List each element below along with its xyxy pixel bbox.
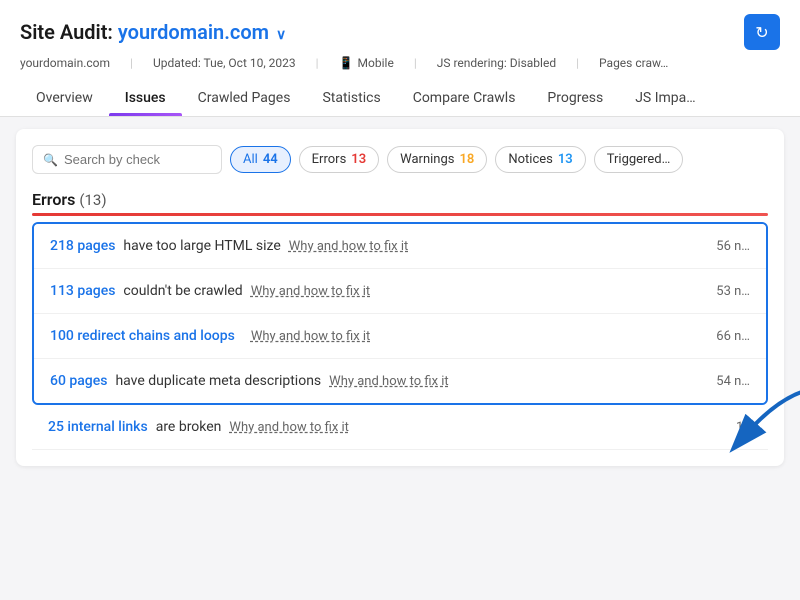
filter-notices[interactable]: Notices 13 bbox=[495, 146, 585, 173]
issue-description: have too large HTML size bbox=[123, 238, 280, 254]
errors-divider bbox=[32, 213, 768, 216]
issue-link[interactable]: 60 pages bbox=[50, 373, 107, 389]
issue-description: have duplicate meta descriptions bbox=[115, 373, 321, 389]
issue-count: 53 n… bbox=[716, 284, 750, 299]
fix-link[interactable]: Why and how to fix it bbox=[329, 374, 449, 389]
meta-js-rendering: JS rendering: Disabled bbox=[437, 56, 556, 70]
issue-count: 1… bbox=[736, 420, 752, 435]
tab-js-impact[interactable]: JS Impa… bbox=[619, 82, 711, 116]
tab-overview[interactable]: Overview bbox=[20, 82, 109, 116]
tab-issues[interactable]: Issues bbox=[109, 82, 182, 116]
fix-link[interactable]: Why and how to fix it bbox=[251, 284, 371, 299]
filter-bar: 🔍 All 44 Errors 13 Warnings 18 Notices 1… bbox=[32, 145, 768, 174]
issue-link[interactable]: 100 redirect chains and loops bbox=[50, 328, 235, 344]
issue-description: are broken bbox=[156, 419, 222, 435]
header-meta: yourdomain.com | Updated: Tue, Oct 10, 2… bbox=[20, 56, 780, 70]
fix-link[interactable]: Why and how to fix it bbox=[251, 329, 371, 344]
issue-link[interactable]: 218 pages bbox=[50, 238, 115, 254]
mobile-icon: 📱 bbox=[339, 56, 354, 70]
issue-description: couldn't be crawled bbox=[123, 283, 242, 299]
tab-statistics[interactable]: Statistics bbox=[306, 82, 396, 116]
issue-row: 100 redirect chains and loops Why and ho… bbox=[34, 314, 766, 359]
filter-warnings[interactable]: Warnings 18 bbox=[387, 146, 487, 173]
issue-row: 218 pages have too large HTML size Why a… bbox=[34, 224, 766, 269]
app-container: Site Audit: yourdomain.com ∨ ↻ yourdomai… bbox=[0, 0, 800, 466]
page-title: Site Audit: yourdomain.com ∨ bbox=[20, 20, 286, 44]
refresh-button[interactable]: ↻ bbox=[744, 14, 780, 50]
issue-count: 66 n… bbox=[716, 329, 750, 344]
nav-tabs: Overview Issues Crawled Pages Statistics… bbox=[20, 82, 780, 116]
issue-row: 60 pages have duplicate meta description… bbox=[34, 359, 766, 403]
issue-text: 100 redirect chains and loops Why and ho… bbox=[50, 328, 716, 344]
issue-count: 56 n… bbox=[716, 239, 750, 254]
issues-list: 218 pages have too large HTML size Why a… bbox=[32, 222, 768, 405]
search-icon: 🔍 bbox=[43, 153, 58, 167]
meta-mobile: 📱 Mobile bbox=[339, 56, 394, 70]
issue-link[interactable]: 113 pages bbox=[50, 283, 115, 299]
filter-errors[interactable]: Errors 13 bbox=[299, 146, 379, 173]
tab-crawled-pages[interactable]: Crawled Pages bbox=[182, 82, 307, 116]
issue-text: 113 pages couldn't be crawled Why and ho… bbox=[50, 283, 716, 299]
meta-domain: yourdomain.com bbox=[20, 56, 110, 70]
meta-updated: Updated: Tue, Oct 10, 2023 bbox=[153, 56, 296, 70]
filter-triggered[interactable]: Triggered… bbox=[594, 146, 684, 173]
tab-progress[interactable]: Progress bbox=[531, 82, 619, 116]
fix-link[interactable]: Why and how to fix it bbox=[289, 239, 409, 254]
meta-pages-crawled: Pages craw… bbox=[599, 56, 668, 70]
issues-section: 218 pages have too large HTML size Why a… bbox=[32, 222, 768, 405]
below-issue-row: 25 internal links are broken Why and how… bbox=[32, 405, 768, 450]
issue-text: 60 pages have duplicate meta description… bbox=[50, 373, 716, 389]
tab-compare-crawls[interactable]: Compare Crawls bbox=[397, 82, 532, 116]
chevron-down-icon[interactable]: ∨ bbox=[276, 27, 286, 43]
issue-row: 113 pages couldn't be crawled Why and ho… bbox=[34, 269, 766, 314]
domain-link[interactable]: yourdomain.com bbox=[118, 20, 269, 44]
section-title: Errors (13) bbox=[32, 190, 768, 209]
issue-text: 25 internal links are broken Why and how… bbox=[48, 419, 736, 435]
search-input[interactable] bbox=[64, 152, 211, 167]
fix-link[interactable]: Why and how to fix it bbox=[229, 420, 349, 435]
issue-text: 218 pages have too large HTML size Why a… bbox=[50, 238, 716, 254]
main-content: 🔍 All 44 Errors 13 Warnings 18 Notices 1… bbox=[16, 129, 784, 466]
header: Site Audit: yourdomain.com ∨ ↻ yourdomai… bbox=[0, 0, 800, 117]
title-prefix: Site Audit: bbox=[20, 20, 113, 44]
issue-count: 54 n… bbox=[716, 374, 750, 389]
filter-all[interactable]: All 44 bbox=[230, 146, 291, 173]
search-box[interactable]: 🔍 bbox=[32, 145, 222, 174]
issue-link[interactable]: 25 internal links bbox=[48, 419, 148, 435]
